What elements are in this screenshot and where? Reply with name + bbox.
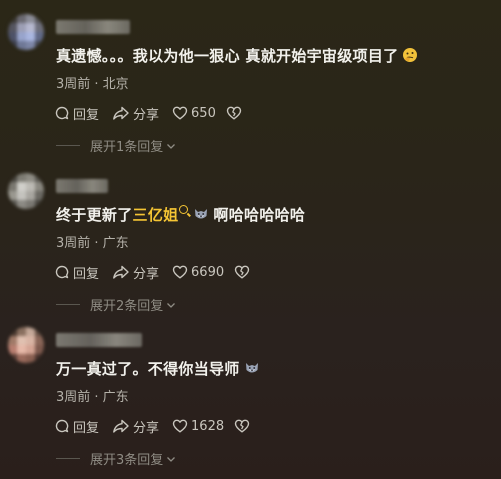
avatar[interactable] bbox=[8, 327, 44, 363]
like-button[interactable]: 650 bbox=[172, 105, 216, 121]
broken-heart-icon bbox=[226, 106, 242, 120]
like-count: 1628 bbox=[191, 418, 225, 434]
wolf-emoji bbox=[193, 206, 209, 226]
comment-body-prefix: 终于更新了 bbox=[56, 206, 133, 224]
like-count: 650 bbox=[191, 105, 216, 121]
heart-icon bbox=[172, 419, 188, 433]
share-icon bbox=[113, 419, 129, 433]
share-label: 分享 bbox=[133, 107, 160, 123]
thinking-face-emoji bbox=[402, 47, 418, 67]
like-count: 6690 bbox=[191, 264, 225, 280]
reply-button[interactable]: 回复 bbox=[54, 104, 99, 123]
comment-body: 万一真过了。不得你当导师 bbox=[56, 360, 240, 378]
reply-icon bbox=[55, 419, 69, 433]
comment-text: 真遗憾。。。我以为他一狠心 真就开始宇宙级项目了 bbox=[56, 45, 418, 67]
comment-actions: 回复 分享 650 bbox=[54, 104, 242, 123]
reply-label: 回复 bbox=[73, 107, 100, 123]
share-label: 分享 bbox=[133, 420, 160, 436]
expand-replies-label: 展开1条回复 bbox=[90, 140, 164, 155]
heart-icon bbox=[172, 265, 188, 279]
chevron-down-icon bbox=[167, 456, 176, 462]
share-button[interactable]: 分享 bbox=[112, 104, 159, 123]
chevron-down-icon bbox=[167, 143, 176, 149]
share-icon bbox=[113, 106, 129, 120]
mention-link[interactable]: 三亿姐 bbox=[133, 206, 179, 224]
comment-meta: 3周前 · 北京 bbox=[56, 77, 129, 92]
comment-actions: 回复 分享 6690 bbox=[54, 263, 250, 282]
share-icon bbox=[113, 265, 129, 279]
share-button[interactable]: 分享 bbox=[112, 417, 159, 436]
comment-actions: 回复 分享 1628 bbox=[54, 417, 250, 436]
broken-heart-icon bbox=[234, 265, 250, 279]
reply-label: 回复 bbox=[73, 420, 100, 436]
dislike-button[interactable] bbox=[234, 264, 250, 280]
search-icon[interactable] bbox=[179, 205, 189, 214]
share-button[interactable]: 分享 bbox=[112, 263, 159, 282]
broken-heart-icon bbox=[234, 419, 250, 433]
expand-replies[interactable]: 展开3条回复 bbox=[56, 449, 177, 468]
chevron-down-icon bbox=[167, 302, 176, 308]
comment-item: 终于更新了三亿姐 啊哈哈哈哈哈 3周前 · 广东 回复 分享 6690 展开2条回… bbox=[0, 173, 501, 323]
comment-item: 真遗憾。。。我以为他一狠心 真就开始宇宙级项目了 3周前 · 北京 回复 分享 … bbox=[0, 14, 501, 164]
comment-meta: 3周前 · 广东 bbox=[56, 390, 129, 405]
expand-replies-label: 展开3条回复 bbox=[90, 453, 164, 468]
avatar[interactable] bbox=[8, 173, 44, 209]
comment-item: 万一真过了。不得你当导师 3周前 · 广东 回复 分享 1628 展开3条回复 bbox=[0, 327, 501, 477]
reply-icon bbox=[55, 265, 69, 279]
comment-text: 终于更新了三亿姐 啊哈哈哈哈哈 bbox=[56, 204, 305, 226]
reply-icon bbox=[55, 106, 69, 120]
username-blurred[interactable] bbox=[56, 20, 130, 34]
comment-text: 万一真过了。不得你当导师 bbox=[56, 358, 260, 380]
username-blurred[interactable] bbox=[56, 179, 108, 193]
divider-line bbox=[56, 304, 80, 305]
comment-meta: 3周前 · 广东 bbox=[56, 236, 129, 251]
expand-replies[interactable]: 展开1条回复 bbox=[56, 136, 177, 155]
heart-icon bbox=[172, 106, 188, 120]
divider-line bbox=[56, 458, 80, 459]
reply-button[interactable]: 回复 bbox=[54, 417, 99, 436]
like-button[interactable]: 1628 bbox=[172, 418, 224, 434]
dislike-button[interactable] bbox=[234, 418, 250, 434]
dislike-button[interactable] bbox=[226, 105, 242, 121]
expand-replies[interactable]: 展开2条回复 bbox=[56, 295, 177, 314]
comment-body-suffix: 啊哈哈哈哈哈 bbox=[213, 206, 306, 224]
expand-replies-label: 展开2条回复 bbox=[90, 299, 164, 314]
reply-label: 回复 bbox=[73, 266, 100, 282]
divider-line bbox=[56, 145, 80, 146]
username-blurred[interactable] bbox=[56, 333, 142, 347]
like-button[interactable]: 6690 bbox=[172, 264, 224, 280]
reply-button[interactable]: 回复 bbox=[54, 263, 99, 282]
comment-body: 真遗憾。。。我以为他一狠心 真就开始宇宙级项目了 bbox=[56, 47, 399, 65]
wolf-emoji bbox=[244, 360, 260, 380]
share-label: 分享 bbox=[133, 266, 160, 282]
avatar[interactable] bbox=[8, 14, 44, 50]
